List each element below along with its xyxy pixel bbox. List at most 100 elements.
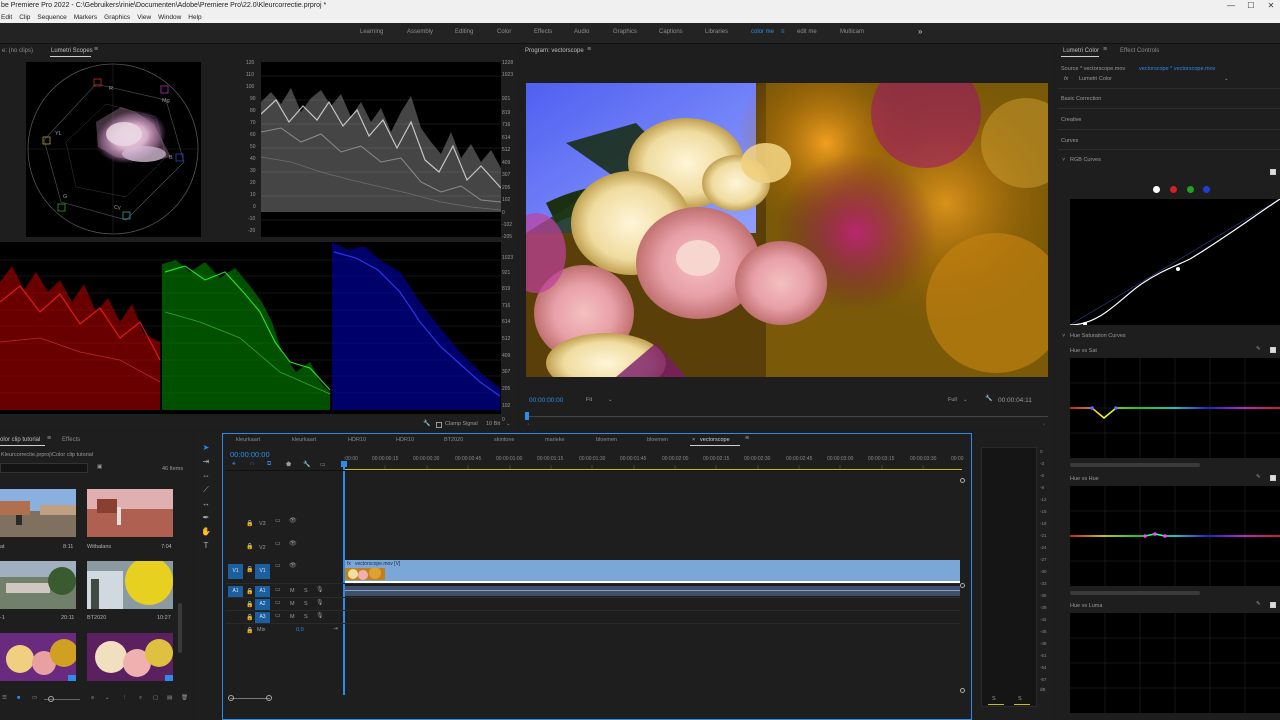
solo-a1-button[interactable]: S <box>304 588 308 594</box>
source-clip-label[interactable]: Source * vectorscope.mov <box>1061 66 1125 72</box>
source-patch-a1[interactable]: A1 <box>228 586 243 597</box>
eyedropper-icon[interactable]: ✎ <box>1256 601 1261 607</box>
voiceover-a1-icon[interactable]: 🎙 <box>316 586 324 593</box>
lock-v1-icon[interactable]: 🔒 <box>246 566 253 573</box>
audio-scroll-handle[interactable] <box>960 583 965 588</box>
lumetri-effect-select[interactable]: Lumetri Color <box>1079 76 1112 82</box>
type-tool-icon[interactable]: T <box>200 540 212 552</box>
effects-tab[interactable]: Effects <box>62 437 80 443</box>
effect-chevron-icon[interactable]: ⌄ <box>1224 76 1229 82</box>
section-creative[interactable]: Creative <box>1061 117 1081 123</box>
timeline-menu-icon[interactable]: ≡ <box>745 435 749 442</box>
hue-vs-sat-scroll[interactable] <box>1070 463 1200 467</box>
new-item-icon[interactable]: ▤ <box>167 695 172 701</box>
sequence-clip-label[interactable]: vectorscope * vectorscope.mov <box>1139 66 1215 72</box>
lock-a1-icon[interactable]: 🔒 <box>246 588 253 595</box>
rgb-curves-label[interactable]: RGB Curves <box>1070 157 1101 163</box>
track-target-a1[interactable]: A1 <box>255 586 270 597</box>
program-video-frame[interactable] <box>526 83 1048 377</box>
find-icon[interactable]: ⌕ <box>139 695 142 702</box>
project-menu-icon[interactable]: ≡ <box>47 435 51 442</box>
rgb-curves-enable-checkbox[interactable] <box>1270 169 1276 175</box>
workspace-captions[interactable]: Captions <box>659 29 683 35</box>
mute-a1-button[interactable]: M <box>290 588 295 594</box>
sequence-tab-vectorscope[interactable]: vectorscope <box>700 437 730 443</box>
lock-v2-icon[interactable]: 🔒 <box>246 543 253 550</box>
track-select-tool-icon[interactable]: ⇥ <box>200 456 212 468</box>
workspace-graphics[interactable]: Graphics <box>613 29 637 35</box>
zoom-handle-right[interactable] <box>266 695 272 701</box>
sync-lock-a2-icon[interactable]: ▭ <box>275 599 281 606</box>
mark-in-icon[interactable]: · <box>527 421 529 428</box>
new-bin-icon[interactable]: ▣ <box>97 464 102 470</box>
lock-a2-icon[interactable]: 🔒 <box>246 601 253 608</box>
source-tab[interactable]: e: (no clips) <box>2 48 33 54</box>
fit-chevron-icon[interactable]: ⌄ <box>608 397 613 403</box>
solo-left-button[interactable]: S <box>992 696 996 702</box>
sort-chevron-icon[interactable]: ⌄ <box>105 695 110 701</box>
zoom-handle-left[interactable] <box>228 695 234 701</box>
sort-icon[interactable]: ≡ <box>91 695 94 701</box>
mix-volume-value[interactable]: 0,0 <box>296 627 304 633</box>
source-patch-v1[interactable]: V1 <box>228 564 243 579</box>
lumetri-menu-icon[interactable]: ≡ <box>1103 46 1107 53</box>
hue-vs-luma-graph[interactable] <box>1070 613 1280 713</box>
sync-lock-a3-icon[interactable]: ▭ <box>275 612 281 619</box>
solo-a2-button[interactable]: S <box>304 601 308 607</box>
hue-vs-luma-enable-checkbox[interactable] <box>1270 602 1276 608</box>
rgb-curve-graph[interactable] <box>1069 198 1280 326</box>
workspace-editing[interactable]: Editing <box>455 29 473 35</box>
lumetri-color-tab[interactable]: Lumetri Color <box>1063 48 1099 54</box>
eye-v1-icon[interactable]: 👁 <box>289 562 297 569</box>
playhead-handle[interactable] <box>341 461 347 467</box>
sync-lock-v3-icon[interactable]: ▭ <box>275 517 281 524</box>
thumbnail-1[interactable] <box>0 489 76 537</box>
workspace-learning[interactable]: Learning <box>360 29 383 35</box>
thumbnail-4[interactable] <box>87 561 173 609</box>
thumbnail-2[interactable] <box>87 489 173 537</box>
captions-icon[interactable]: ▭ <box>320 461 326 468</box>
timeline-settings-icon[interactable]: 🔧 <box>303 461 310 468</box>
lock-a3-icon[interactable]: 🔒 <box>246 614 253 621</box>
new-bin-icon[interactable]: ▢ <box>153 695 158 701</box>
hue-vs-hue-scroll[interactable] <box>1070 591 1200 595</box>
sequence-tab-skintone[interactable]: skintone <box>494 437 515 443</box>
selection-tool-icon[interactable]: ➤ <box>200 442 212 454</box>
section-curves[interactable]: Curves <box>1061 138 1078 144</box>
snap-icon[interactable]: ∩ <box>250 461 254 467</box>
track-target-a2[interactable]: A2 <box>255 599 270 610</box>
mark-out-icon[interactable]: · <box>1043 421 1045 428</box>
eye-v2-icon[interactable]: 👁 <box>289 540 297 547</box>
workspace-color-me[interactable]: color me <box>751 29 774 35</box>
horizontal-zoom-scroll[interactable] <box>230 698 270 699</box>
workspace-edit-me[interactable]: edit me <box>797 29 817 35</box>
lumetri-scopes-tab[interactable]: Lumetri Scopes <box>51 48 93 54</box>
zoom-slider-handle[interactable] <box>48 696 54 702</box>
menu-graphics[interactable]: Graphics <box>104 12 130 23</box>
nest-toggle-icon[interactable]: ⚹ <box>232 461 236 468</box>
add-marker-icon[interactable]: ⬟ <box>286 461 291 468</box>
mix-end-icon[interactable]: ⇥ <box>333 626 338 632</box>
workspace-audio[interactable]: Audio <box>574 29 589 35</box>
sequence-tab-bloemen-1[interactable]: bloemen <box>596 437 617 443</box>
eyedropper-icon[interactable]: ✎ <box>1256 474 1261 480</box>
mute-a3-button[interactable]: M <box>290 614 295 620</box>
menu-markers[interactable]: Markers <box>74 12 97 23</box>
bit-depth-chevron-icon[interactable]: ⌄ <box>506 421 511 427</box>
linked-selection-icon[interactable]: ⧉ <box>267 461 271 468</box>
sequence-tab-hdr10-1[interactable]: HDR10 <box>348 437 366 443</box>
program-timecode[interactable]: 00:00:00:00 <box>529 397 563 404</box>
rgb-curves-chevron-icon[interactable]: ˅ <box>1062 157 1065 163</box>
menu-edit[interactable]: Edit <box>1 12 12 23</box>
settings-wrench-icon[interactable]: 🔧 <box>985 395 992 402</box>
maximize-button[interactable]: ☐ <box>1244 0 1258 12</box>
sequence-tab-kleurkaart-2[interactable]: kleurkaart <box>292 437 316 443</box>
sync-lock-a1-icon[interactable]: ▭ <box>275 586 281 593</box>
hue-vs-hue-enable-checkbox[interactable] <box>1270 475 1276 481</box>
mute-a2-button[interactable]: M <box>290 601 295 607</box>
menu-view[interactable]: View <box>137 12 151 23</box>
automate-icon[interactable]: ⫶ <box>124 695 125 702</box>
program-menu-icon[interactable]: ≡ <box>587 46 591 53</box>
close-button[interactable]: ✕ <box>1264 0 1278 12</box>
slip-tool-icon[interactable]: ↔ <box>200 498 212 510</box>
